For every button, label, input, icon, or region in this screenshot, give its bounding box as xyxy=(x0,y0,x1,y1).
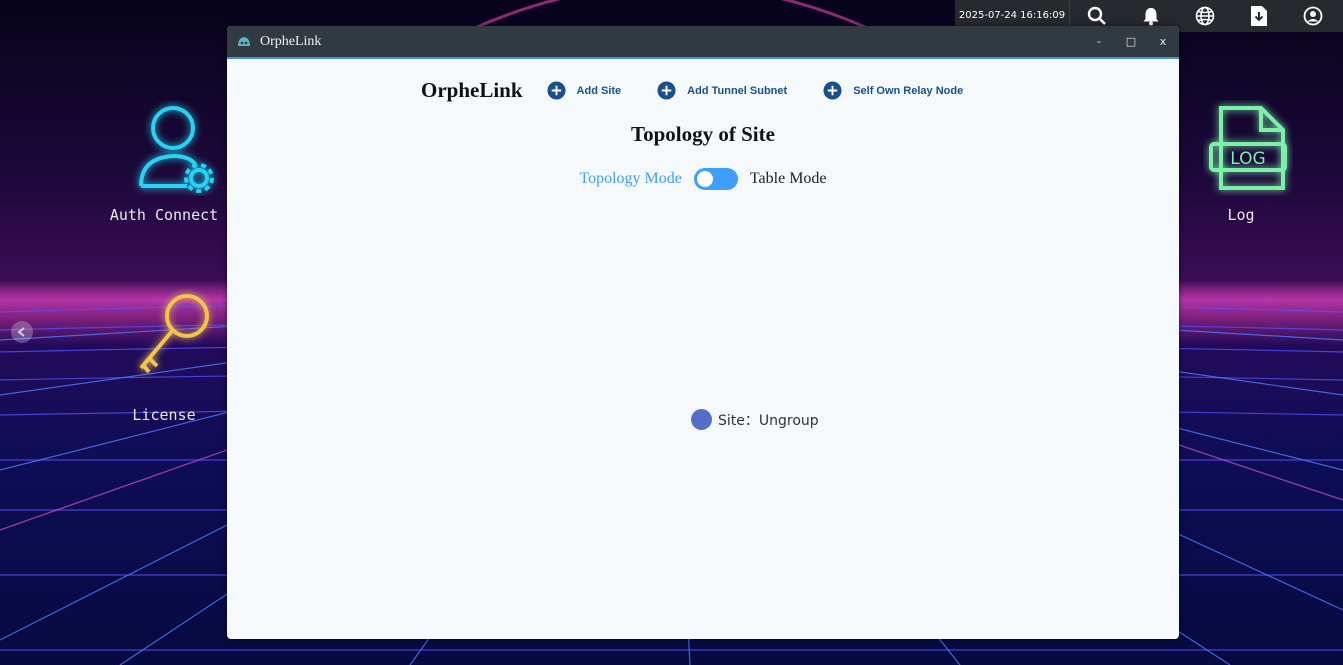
close-button[interactable]: x xyxy=(1147,26,1179,57)
chevron-left-icon xyxy=(17,327,25,337)
maximize-button[interactable]: □ xyxy=(1115,26,1147,57)
plus-circle-icon xyxy=(657,81,676,100)
table-mode-label[interactable]: Table Mode xyxy=(750,170,827,188)
user-gear-icon xyxy=(138,106,214,193)
desktop-item-auth-connect[interactable]: Auth Connect xyxy=(100,100,228,224)
page-title: Topology of Site xyxy=(631,122,775,146)
window-title: OrpheLink xyxy=(260,33,322,49)
desktop-item-log[interactable]: LOG Log xyxy=(1183,100,1299,224)
self-own-relay-node-label: Self Own Relay Node xyxy=(853,84,964,97)
add-tunnel-subnet-label: Add Tunnel Subnet xyxy=(687,84,788,97)
topology-mode-label[interactable]: Topology Mode xyxy=(579,170,681,188)
legend-dot-icon xyxy=(691,409,712,430)
minimize-button[interactable]: - xyxy=(1083,26,1115,57)
log-badge-text: LOG xyxy=(1230,149,1265,169)
log-file-icon: LOG xyxy=(1208,106,1287,190)
search-icon xyxy=(1087,6,1106,25)
topology-legend-item[interactable]: Site：Ungroup xyxy=(691,409,819,430)
desktop-item-label: Auth Connect xyxy=(109,206,219,224)
desktop-item-license[interactable]: License xyxy=(100,288,228,424)
plus-circle-icon xyxy=(823,81,842,100)
add-site-label: Add Site xyxy=(576,84,622,97)
toggle-knob xyxy=(696,171,713,187)
self-own-relay-node-button[interactable]: Self Own Relay Node xyxy=(823,81,963,100)
add-site-button[interactable]: Add Site xyxy=(547,81,622,100)
user-circle-icon xyxy=(1303,6,1323,26)
action-toolbar: OrpheLink Add Site Add Tunnel Subnet Sel… xyxy=(421,78,999,103)
legend-label: Site：Ungroup xyxy=(718,412,819,429)
key-icon xyxy=(138,294,209,374)
globe-icon xyxy=(1195,6,1215,26)
desktop-prev-arrow[interactable] xyxy=(11,321,33,343)
mode-toggle-switch[interactable] xyxy=(693,168,738,190)
status-language-button[interactable] xyxy=(1178,0,1232,32)
desktop-item-label: Log xyxy=(1227,206,1255,224)
status-download-button[interactable] xyxy=(1232,0,1286,32)
add-tunnel-subnet-button[interactable]: Add Tunnel Subnet xyxy=(657,81,787,100)
desktop-item-label: License xyxy=(132,406,196,424)
mode-switch-row: Topology Mode Table Mode xyxy=(227,168,1179,190)
bell-icon xyxy=(1143,8,1159,26)
orphelink-window: OrpheLink - □ x OrpheLink Add Site Add T… xyxy=(227,26,1179,639)
plus-circle-icon xyxy=(547,81,566,100)
app-logo-icon xyxy=(238,36,250,46)
status-account-button[interactable] xyxy=(1286,0,1340,32)
brand-title: OrpheLink xyxy=(421,78,523,102)
window-titlebar[interactable]: OrpheLink - □ x xyxy=(227,26,1179,59)
download-icon xyxy=(1251,6,1267,26)
